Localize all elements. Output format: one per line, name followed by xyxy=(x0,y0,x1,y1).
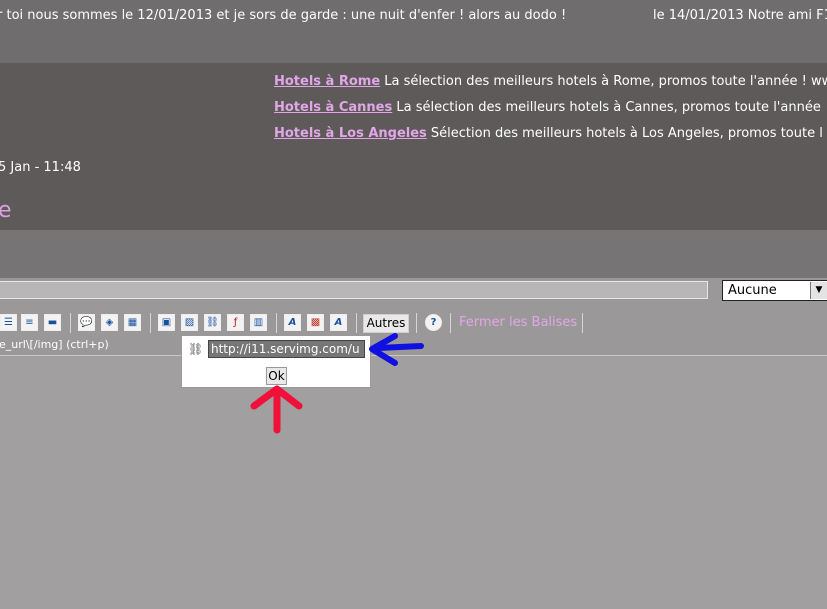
font-icon[interactable]: A xyxy=(284,314,301,331)
toolbar-separator xyxy=(416,313,417,333)
help-icon[interactable]: ? xyxy=(425,314,442,331)
toolbar-separator xyxy=(582,313,583,333)
bullet-list-icon[interactable]: ☰ xyxy=(0,314,17,331)
form-band xyxy=(0,230,827,278)
news-ticker-2: le 14/01/2013 Notre ami F1 xyxy=(653,8,827,23)
horizontal-line-icon[interactable]: ▬ xyxy=(44,314,61,331)
image-host-icon[interactable]: ▣ xyxy=(158,314,175,331)
toolbar-separator xyxy=(450,313,451,333)
video-icon[interactable]: ▥ xyxy=(250,314,267,331)
toolbar-separator xyxy=(70,313,71,333)
link-icon: ⛓ xyxy=(188,342,204,356)
ad-text-cannes: La sélection des meilleurs hotels à Cann… xyxy=(392,100,821,115)
ad-link-cannes[interactable]: Hotels à Cannes xyxy=(274,100,392,115)
quote-icon[interactable]: 💬 xyxy=(78,314,95,331)
flash-icon[interactable]: ƒ xyxy=(227,314,244,331)
numbered-list-icon[interactable]: ≡ xyxy=(21,314,38,331)
toolbar-separator xyxy=(276,313,277,333)
image-icon[interactable]: ▨ xyxy=(181,314,198,331)
ad-text-rome: La sélection des meilleurs hotels à Rome… xyxy=(380,74,827,89)
post-title-fragment: e xyxy=(0,198,12,223)
message-textarea[interactable] xyxy=(0,356,827,609)
ad-line-rome: Hotels à Rome La sélection des meilleurs… xyxy=(274,74,827,89)
code-icon[interactable]: ◈ xyxy=(101,314,118,331)
icon-select[interactable]: Aucune ▼ xyxy=(722,280,827,301)
post-date: 5 Jan - 11:48 xyxy=(0,160,81,175)
ad-link-los-angeles[interactable]: Hotels à Los Angeles xyxy=(274,126,427,141)
color-icon[interactable]: ▩ xyxy=(307,314,324,331)
news-ticker-1: r toi nous sommes le 12/01/2013 et je so… xyxy=(0,8,567,23)
autres-button[interactable]: Autres xyxy=(363,314,409,333)
ad-line-los-angeles: Hotels à Los Angeles Sélection des meill… xyxy=(274,126,823,141)
help-hint-text: e_url\[/img] (ctrl+p) xyxy=(0,338,109,351)
ad-line-cannes: Hotels à Cannes La sélection des meilleu… xyxy=(274,100,821,115)
image-url-popup: ⛓ http://i11.servimg.com/u Ok xyxy=(181,335,371,388)
ad-text-los-angeles: Sélection des meilleurs hotels à Los Ang… xyxy=(426,126,823,141)
toolbar-separator xyxy=(150,313,151,333)
ok-button[interactable]: Ok xyxy=(266,367,287,385)
subject-input[interactable] xyxy=(0,281,708,299)
image-url-input[interactable]: http://i11.servimg.com/u xyxy=(208,340,365,358)
chevron-down-icon[interactable]: ▼ xyxy=(810,282,827,299)
font-size-icon[interactable]: A xyxy=(330,314,347,331)
toolbar-separator xyxy=(356,313,357,333)
table-icon[interactable]: ▦ xyxy=(124,314,141,331)
ad-link-rome[interactable]: Hotels à Rome xyxy=(274,74,380,89)
link-icon[interactable]: ⛓ xyxy=(204,314,221,331)
icon-select-value: Aucune xyxy=(728,283,777,298)
close-tags-link[interactable]: Fermer les Balises xyxy=(459,315,577,330)
